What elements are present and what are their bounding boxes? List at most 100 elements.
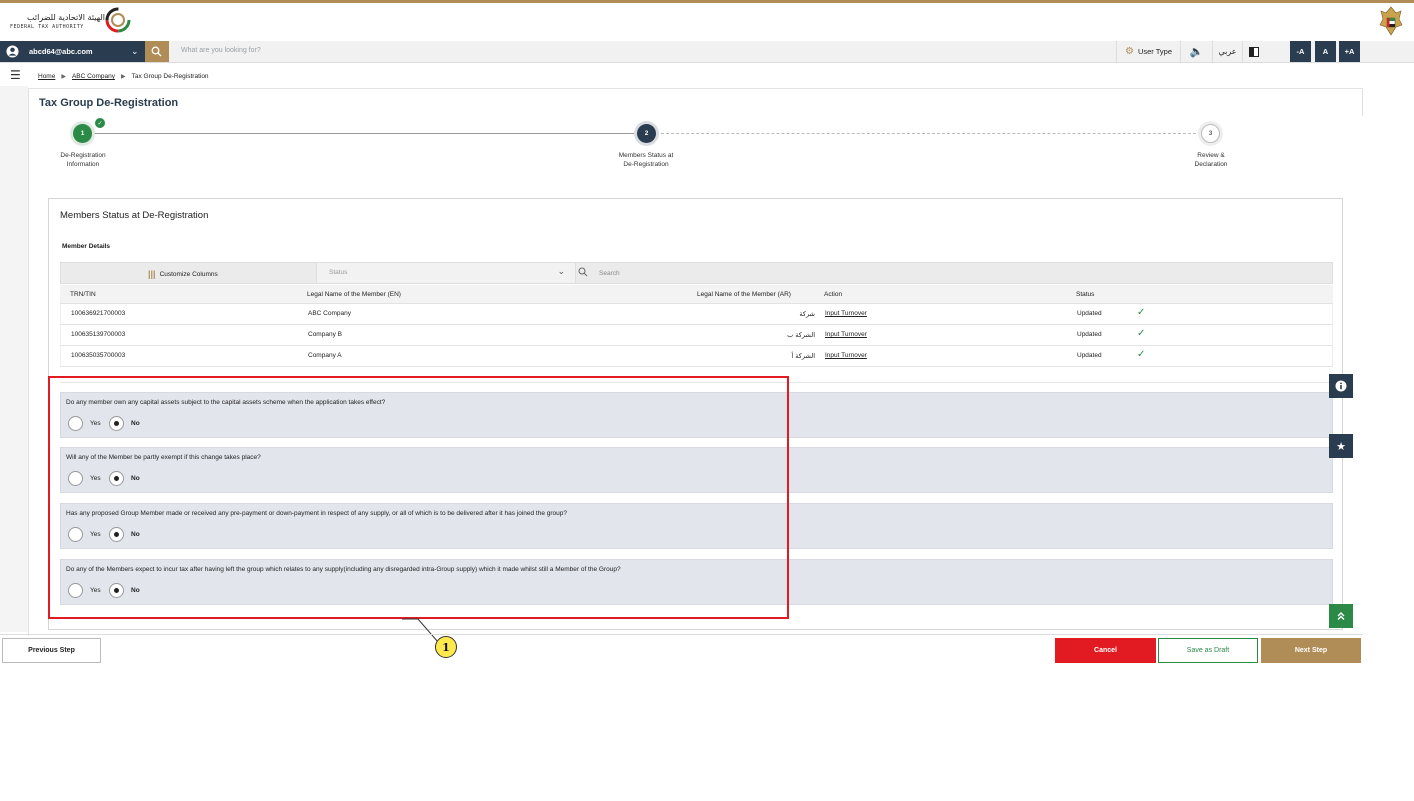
contrast-button[interactable] (1243, 41, 1265, 62)
cell-status: Updated (1077, 310, 1102, 317)
input-turnover-link[interactable]: Input Turnover (825, 331, 867, 338)
cell-name-ar: الشركة ب (787, 331, 815, 339)
step-3-circle: 3 (1201, 124, 1220, 143)
step-2-label: Members Status at De-Registration (601, 151, 691, 169)
step-1-label-line2: Information (66, 161, 100, 168)
input-turnover-link[interactable]: Input Turnover (825, 310, 867, 317)
breadcrumb-separator-icon: ▶ (61, 74, 66, 80)
previous-step-button[interactable]: Previous Step (2, 638, 101, 663)
step-3-label-line1: Review & (1197, 152, 1225, 159)
column-header-status[interactable]: Status (1076, 291, 1094, 298)
top-navigation: abcd64@abc.com ⌄ What are you looking fo… (0, 41, 1414, 63)
check-icon: ✓ (95, 118, 105, 128)
gear-icon: ⚙ (1125, 46, 1134, 57)
column-header-trn[interactable]: TRN/TIN (70, 291, 96, 298)
favorite-button[interactable]: ★ (1329, 434, 1353, 458)
global-search-button[interactable] (145, 41, 169, 62)
status-filter-placeholder: Status (329, 269, 348, 276)
stepper-connector-complete (93, 133, 646, 134)
step-3-label: Review & Declaration (1166, 151, 1256, 169)
double-chevron-up-icon (1337, 612, 1345, 620)
content-frame-edge (1362, 88, 1363, 116)
step-3-label-line2: Declaration (1194, 161, 1228, 168)
check-icon: ✓ (1137, 307, 1146, 318)
input-turnover-link[interactable]: Input Turnover (825, 352, 867, 359)
cell-status: Updated (1077, 331, 1102, 338)
contrast-icon (1249, 46, 1260, 57)
step-1-label-line1: De-Registration (60, 152, 106, 159)
speaker-icon: 🔈 (1189, 46, 1204, 58)
breadcrumb: Home ▶ ABC Company ▶ Tax Group De-Regist… (38, 73, 209, 80)
table-search-placeholder: Search (599, 270, 620, 277)
check-icon: ✓ (1137, 328, 1146, 339)
cell-name-en: ABC Company (308, 310, 351, 317)
header-logo-bar: الهيئة الاتحادية للضرائب FEDERAL TAX AUT… (0, 3, 1414, 41)
breadcrumb-separator-icon: ▶ (120, 74, 126, 80)
user-circle-icon (6, 45, 19, 58)
user-email: abcd64@abc.com (29, 47, 93, 56)
highlight-box (48, 376, 789, 619)
table-row: 100635035700003 Company A الشركة أ Input… (60, 346, 1333, 367)
save-as-draft-button[interactable]: Save as Draft (1158, 638, 1258, 663)
step-2-circle: 2 (637, 124, 656, 143)
chevron-down-icon: ⌄ (557, 266, 565, 276)
cancel-button[interactable]: Cancel (1055, 638, 1156, 663)
left-rail (0, 86, 28, 632)
stepper-connector-pending (646, 133, 1211, 134)
table-toolbar: ||| Customize Columns Status ⌄ Search (60, 262, 1333, 284)
cell-trn: 100635035700003 (71, 352, 126, 359)
status-filter-select[interactable]: Status ⌄ (316, 263, 576, 283)
column-header-name-ar[interactable]: Legal Name of the Member (AR) (697, 291, 791, 298)
step-1-label: De-Registration Information (38, 151, 128, 169)
next-step-button[interactable]: Next Step (1261, 638, 1361, 663)
cell-name-en: Company B (308, 331, 342, 338)
font-normal-button[interactable]: A (1315, 41, 1336, 62)
info-button[interactable] (1329, 374, 1353, 398)
global-search-input[interactable]: What are you looking for? (181, 47, 261, 54)
section-title: Members Status at De-Registration (60, 210, 209, 221)
footer-divider (0, 634, 1363, 635)
table-header: TRN/TIN Legal Name of the Member (EN) Le… (60, 285, 1333, 304)
breadcrumb-bar: ☰ Home ▶ ABC Company ▶ Tax Group De-Regi… (0, 66, 1414, 86)
cell-name-ar: الشركة أ (791, 352, 815, 360)
font-decrease-button[interactable]: -A (1290, 41, 1311, 62)
fta-logo-icon (105, 7, 131, 33)
step-2-label-line1: Members Status at (618, 152, 674, 159)
cell-trn: 100636921700003 (71, 310, 126, 317)
search-icon (578, 267, 588, 277)
scroll-top-button[interactable] (1329, 604, 1353, 628)
logo-arabic-text: الهيئة الاتحادية للضرائب (27, 13, 105, 22)
cell-name-ar: شركة (799, 310, 815, 318)
breadcrumb-current: Tax Group De-Registration (131, 73, 209, 80)
audio-button[interactable]: 🔈 (1181, 41, 1214, 62)
breadcrumb-company[interactable]: ABC Company (72, 73, 115, 80)
table-search-input[interactable]: Search (578, 263, 778, 283)
check-icon: ✓ (1137, 349, 1146, 360)
fta-logo-text: الهيئة الاتحادية للضرائب FEDERAL TAX AUT… (10, 14, 105, 31)
search-icon (151, 46, 162, 57)
table-row: 100636921700003 ABC Company شركة Input T… (60, 304, 1333, 325)
breadcrumb-home[interactable]: Home (38, 73, 55, 80)
font-increase-button[interactable]: +A (1339, 41, 1360, 62)
column-header-name-en[interactable]: Legal Name of the Member (EN) (307, 291, 401, 298)
hamburger-icon[interactable]: ☰ (10, 69, 21, 81)
cell-status: Updated (1077, 352, 1102, 359)
step-2-label-line2: De-Registration (623, 161, 669, 168)
chevron-down-icon: ⌄ (131, 46, 139, 56)
language-toggle[interactable]: عربي (1213, 41, 1244, 62)
user-account-menu[interactable]: abcd64@abc.com ⌄ (0, 41, 145, 62)
uae-emblem-icon (1379, 6, 1403, 36)
star-icon: ★ (1336, 440, 1346, 453)
logo-english-text: FEDERAL TAX AUTHORITY (10, 24, 84, 30)
step-1-circle: 1 (73, 124, 92, 143)
columns-icon: ||| (148, 269, 156, 279)
cell-trn: 100635139700003 (71, 331, 126, 338)
customize-columns-button[interactable]: ||| Customize Columns (148, 269, 218, 279)
cell-name-en: Company A (308, 352, 342, 359)
member-details-heading: Member Details (62, 243, 111, 250)
customize-columns-label: Customize Columns (159, 270, 218, 278)
user-type-selector[interactable]: ⚙ User Type (1116, 41, 1182, 62)
column-header-action[interactable]: Action (824, 291, 842, 298)
page-title: Tax Group De-Registration (39, 97, 179, 109)
user-type-label: User Type (1137, 47, 1173, 56)
